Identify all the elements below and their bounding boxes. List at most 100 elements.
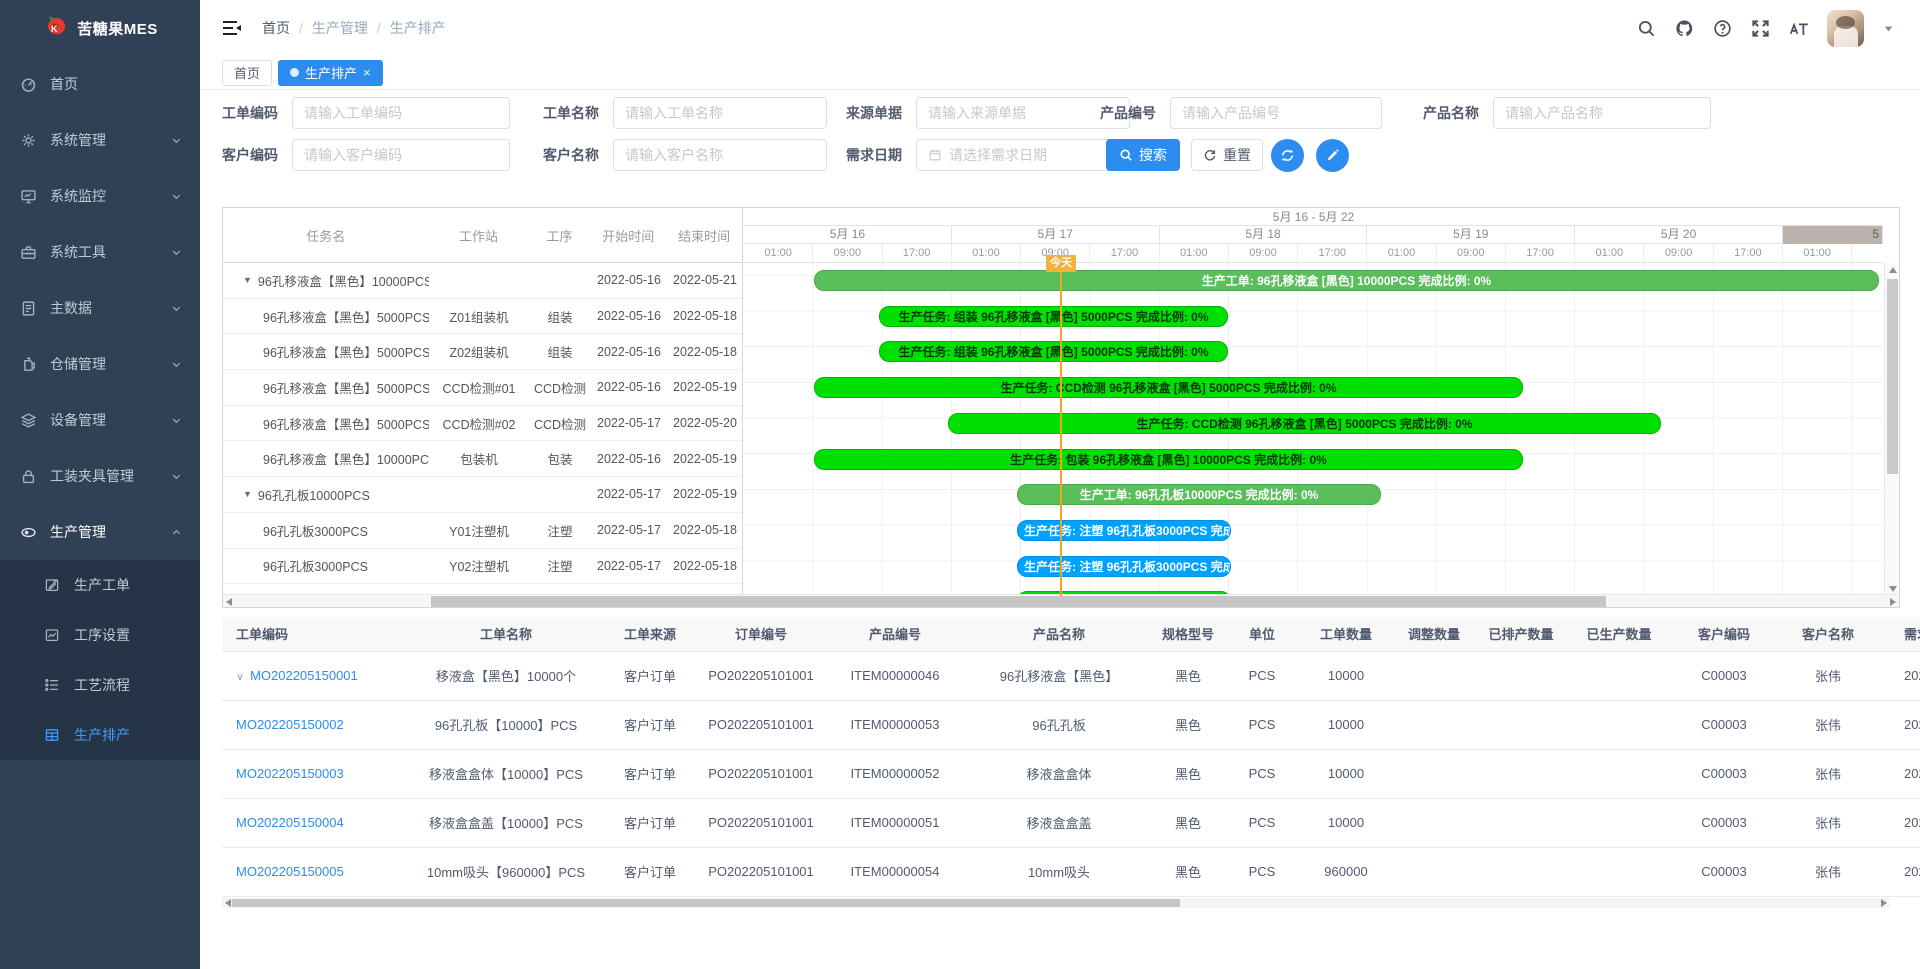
- gantt-chart-area: 生产工单: 96孔移液盒 [黑色] 10000PCS 完成比例: 0% 生产任务:…: [744, 263, 1883, 596]
- gantt-vscroll-thumb[interactable]: [1887, 279, 1898, 474]
- orders-cell-product_name: 10mm吸头: [966, 847, 1152, 896]
- timeline-hour-tick: 17:00: [883, 244, 952, 263]
- work-order-code-input[interactable]: 请输入工单编码: [292, 97, 510, 129]
- timeline-hour-tick: 01:00: [1575, 244, 1644, 263]
- orders-table-row[interactable]: ∨MO202205150001移液盒【黑色】10000个客户订单PO202205…: [222, 651, 1920, 700]
- scroll-down-arrow-icon[interactable]: [1889, 586, 1897, 592]
- sidebar-item-1[interactable]: 系统管理: [0, 112, 200, 168]
- timeline-day-label: 5月 16: [744, 226, 952, 244]
- scroll-left-arrow-icon[interactable]: [226, 598, 232, 606]
- row-expand-chevron-icon[interactable]: ∨: [236, 671, 244, 683]
- timeline-hour-tick: 09:00: [1229, 244, 1298, 263]
- gantt-grid-row[interactable]: 96孔移液盒【黑色】5000PCSCCD检测#01CCD检测2022-05-16…: [223, 370, 742, 406]
- tab-close-icon[interactable]: ×: [363, 66, 371, 79]
- expand-triangle-icon[interactable]: ▼: [243, 275, 252, 285]
- task-bar[interactable]: 生产任务: 注塑 96孔孔板3000PCS 完成比例: 0%: [1017, 520, 1231, 541]
- sidebar-collapse-icon[interactable]: [222, 20, 242, 36]
- expand-triangle-icon[interactable]: ▼: [243, 489, 252, 499]
- gantt-grid-row[interactable]: 96孔孔板3000PCSY01注塑机注塑2022-05-172022-05-18: [223, 513, 742, 549]
- sidebar-subitem-2[interactable]: 工艺流程: [0, 660, 200, 710]
- orders-cell-scheduled_qty: [1476, 651, 1566, 700]
- work-order-bar[interactable]: 生产工单: 96孔移液盒 [黑色] 10000PCS 完成比例: 0%: [814, 270, 1879, 291]
- sidebar-item-6[interactable]: 设备管理: [0, 392, 200, 448]
- demand-date-input[interactable]: 请选择需求日期: [916, 139, 1130, 171]
- orders-cell-qty: 10000: [1300, 749, 1392, 798]
- work-order-link[interactable]: MO202205150002: [236, 717, 344, 732]
- search-icon[interactable]: [1637, 19, 1656, 38]
- scroll-right-arrow-icon[interactable]: [1890, 598, 1896, 606]
- reset-button[interactable]: 重置: [1191, 139, 1263, 171]
- orders-table-row[interactable]: MO202205150004移液盒盒盖【10000】PCS客户订单PO20220…: [222, 798, 1920, 847]
- filter-field-work-order-name: 工单名称 请输入工单名称: [543, 97, 827, 129]
- task-bar[interactable]: 生产任务: 包装 96孔移液盒 [黑色] 10000PCS 完成比例: 0%: [814, 449, 1523, 470]
- github-icon[interactable]: [1675, 19, 1694, 38]
- work-order-link[interactable]: MO202205150005: [236, 864, 344, 879]
- gantt-grid-row[interactable]: 96孔移液盒【黑色】5000PCSCCD检测#02CCD检测2022-05-17…: [223, 406, 742, 442]
- fullscreen-icon[interactable]: [1751, 19, 1770, 38]
- edit-schedule-button[interactable]: [1316, 139, 1349, 172]
- filter-field-source-doc: 来源单据 请输入来源单据: [846, 97, 1130, 129]
- search-button[interactable]: 搜索: [1106, 139, 1180, 171]
- sidebar-subitem-3[interactable]: 生产排产: [0, 710, 200, 760]
- gantt-grid-row[interactable]: 96孔移液盒【黑色】5000PCSZ02组装机组装2022-05-162022-…: [223, 334, 742, 370]
- work-order-link[interactable]: MO202205150004: [236, 815, 344, 830]
- sidebar-item-7[interactable]: 工装夹具管理: [0, 448, 200, 504]
- orders-cell-demand_date: 2022-: [1880, 651, 1920, 700]
- sidebar-item-8[interactable]: 生产管理: [0, 504, 200, 560]
- gantt-hscroll-thumb[interactable]: [431, 596, 1606, 607]
- work-order-link[interactable]: MO202205150001: [250, 668, 358, 683]
- orders-table-row[interactable]: MO202205150003移液盒盒体【10000】PCS客户订单PO20220…: [222, 749, 1920, 798]
- sidebar-subitem-0[interactable]: 生产工单: [0, 560, 200, 610]
- work-order-bar[interactable]: 生产工单: 96孔孔板10000PCS 完成比例: 0%: [1017, 484, 1381, 505]
- task-bar[interactable]: 生产任务: 组装 96孔移液盒 [黑色] 5000PCS 完成比例: 0%: [879, 341, 1228, 362]
- gantt-grid-row[interactable]: 96孔移液盒【黑色】5000PCSZ01组装机组装2022-05-162022-…: [223, 299, 742, 335]
- gantt-vertical-scrollbar[interactable]: [1884, 263, 1899, 596]
- task-bar[interactable]: 生产任务: CCD检测 96孔移液盒 [黑色] 5000PCS 完成比例: 0%: [814, 377, 1523, 398]
- gantt-grid-row[interactable]: 96孔孔板3000PCSY02注塑机注塑2022-05-172022-05-18: [223, 549, 742, 585]
- gantt-grid-row[interactable]: ▼96孔孔板10000PCS2022-05-172022-05-19: [223, 477, 742, 513]
- tab-active[interactable]: 生产排产×: [278, 60, 383, 86]
- task-bar[interactable]: 生产任务: 注塑 96孔孔板3000PCS 完成比例: 0%: [1017, 556, 1231, 577]
- orders-hscroll-thumb[interactable]: [232, 899, 1180, 907]
- gantt-grid-row[interactable]: ▼96孔移液盒【黑色】10000PCS2022-05-162022-05-21: [223, 263, 742, 299]
- gantt-column-header: 任务名: [223, 226, 429, 245]
- breadcrumb-item-0[interactable]: 首页: [262, 18, 290, 38]
- product-name-input[interactable]: 请输入产品名称: [1493, 97, 1711, 129]
- task-bar[interactable]: 生产任务: 组装 96孔移液盒 [黑色] 5000PCS 完成比例: 0%: [879, 306, 1228, 327]
- lock-icon: [20, 468, 37, 485]
- scroll-up-arrow-icon[interactable]: [1889, 267, 1897, 273]
- user-avatar[interactable]: [1827, 10, 1864, 47]
- work-order-link[interactable]: MO202205150003: [236, 766, 344, 781]
- scroll-right-arrow-icon[interactable]: [1881, 899, 1887, 907]
- help-icon[interactable]: [1713, 19, 1732, 38]
- font-size-icon[interactable]: [1789, 19, 1808, 38]
- sidebar-item-5[interactable]: 仓储管理: [0, 336, 200, 392]
- process-cell: CCD检测: [529, 378, 591, 397]
- breadcrumb-item-2[interactable]: 生产排产: [390, 18, 446, 38]
- breadcrumb-item-1[interactable]: 生产管理: [312, 18, 368, 38]
- orders-horizontal-scrollbar[interactable]: [222, 898, 1890, 908]
- gantt-grid-row[interactable]: 96孔移液盒【黑色】10000PCS包装机包装2022-05-162022-05…: [223, 441, 742, 477]
- app-logo[interactable]: K 苦糖果MES: [0, 0, 200, 56]
- orders-table-row[interactable]: MO20220515000296孔孔板【10000】PCS客户订单PO20220…: [222, 700, 1920, 749]
- sidebar-item-4[interactable]: 主数据: [0, 280, 200, 336]
- source-doc-input[interactable]: 请输入来源单据: [916, 97, 1130, 129]
- customer-name-input[interactable]: 请输入客户名称: [613, 139, 827, 171]
- refresh-gantt-button[interactable]: [1271, 139, 1304, 172]
- sidebar-subitem-label: 生产排产: [74, 725, 130, 745]
- user-menu-caret-icon[interactable]: [1883, 23, 1894, 34]
- task-bar[interactable]: 生产任务: CCD检测 96孔移液盒 [黑色] 5000PCS 完成比例: 0%: [948, 413, 1661, 434]
- product-no-input[interactable]: 请输入产品编号: [1170, 97, 1382, 129]
- customer-code-input[interactable]: 请输入客户编码: [292, 139, 510, 171]
- orders-cell-demand_date: 2022-: [1880, 798, 1920, 847]
- start-time-cell: 2022-05-16: [591, 309, 667, 323]
- sidebar-item-2[interactable]: 系统监控: [0, 168, 200, 224]
- sidebar-item-3[interactable]: 系统工具: [0, 224, 200, 280]
- sidebar-item-0[interactable]: 首页: [0, 56, 200, 112]
- scroll-left-arrow-icon[interactable]: [225, 899, 231, 907]
- filter-label: 产品编号: [1100, 103, 1156, 123]
- sidebar-subitem-1[interactable]: 工序设置: [0, 610, 200, 660]
- tab-0[interactable]: 首页: [222, 60, 272, 86]
- work-order-name-input[interactable]: 请输入工单名称: [613, 97, 827, 129]
- orders-table-row[interactable]: MO20220515000510mm吸头【960000】PCS客户订单PO202…: [222, 847, 1920, 896]
